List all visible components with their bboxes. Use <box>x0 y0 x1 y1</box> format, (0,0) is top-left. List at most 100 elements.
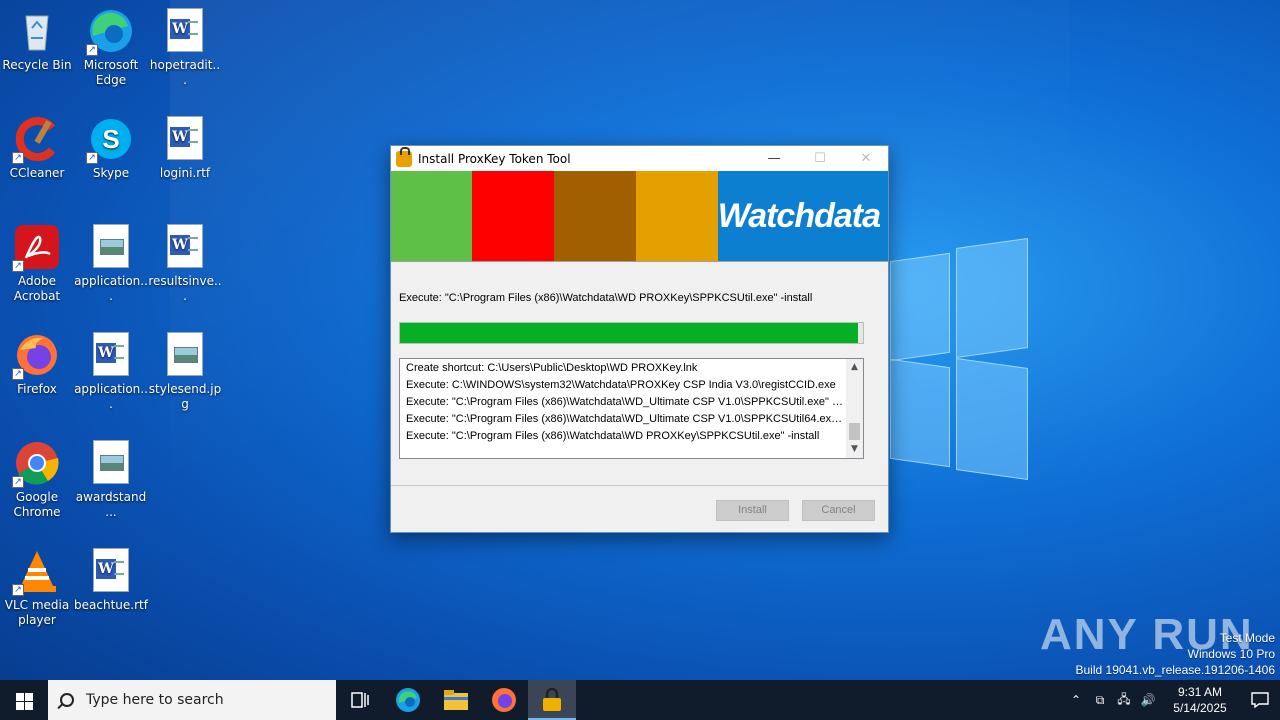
shortcut-arrow-icon: ↗ <box>12 152 24 164</box>
folder-icon <box>444 690 468 710</box>
install-button[interactable]: Install <box>716 500 789 521</box>
clock-date: 5/14/2025 <box>1173 701 1227 715</box>
cancel-button[interactable]: Cancel <box>802 500 875 521</box>
shortcut-arrow-icon: ↗ <box>12 584 24 596</box>
taskbar: Type here to search ⌃ ⧉ 🖧 🔊 9:31 AM 5/14… <box>0 680 1280 720</box>
taskbar-edge[interactable] <box>384 680 432 720</box>
desktop-icon-label: VLC media player <box>4 598 70 627</box>
banner-band-green <box>391 171 473 261</box>
scroll-up-icon[interactable]: ▲ <box>846 359 863 376</box>
test-mode-label: Test Mode <box>1219 631 1275 645</box>
search-icon <box>60 693 74 707</box>
start-button[interactable] <box>0 680 48 720</box>
desktop-icon-label: beachtue.rtf <box>74 598 148 612</box>
desktop-icon-label: application... <box>74 274 148 303</box>
desktop-icon-label: Skype <box>92 166 130 180</box>
image-file-icon <box>88 224 134 270</box>
lock-icon <box>543 688 561 711</box>
firefox-icon: ↗ <box>12 332 60 380</box>
desktop-icon[interactable]: Wbeachtue.rtf <box>74 548 148 613</box>
vlc-icon: ↗ <box>12 548 60 596</box>
edge-icon: ↗ <box>86 8 134 56</box>
desktop-icon[interactable]: ↗ Firefox <box>0 332 74 397</box>
desktop-icon-label: logini.rtf <box>159 166 211 180</box>
clock-time: 9:31 AM <box>1177 685 1223 699</box>
log-line: Create shortcut: C:\Users\Public\Desktop… <box>406 362 698 374</box>
windows-start-icon-tile <box>25 693 33 701</box>
lock-icon <box>396 146 412 167</box>
shortcut-arrow-icon: ↗ <box>12 476 24 488</box>
desktop-icon-label: Recycle Bin <box>2 58 72 72</box>
shortcut-arrow-icon: ↗ <box>86 152 98 164</box>
log-line: Execute: "C:\Program Files (x86)\Watchda… <box>406 396 844 408</box>
network-adapter-icon[interactable]: ⧉ <box>1088 693 1112 708</box>
taskbar-search-box[interactable]: Type here to search <box>48 680 336 720</box>
desktop-icon[interactable]: Whopetradit... <box>148 8 222 88</box>
taskbar-clock[interactable]: 9:31 AM 5/14/2025 <box>1160 684 1240 716</box>
volume-icon[interactable]: 🔊 <box>1136 693 1160 707</box>
banner-band-red <box>472 171 554 261</box>
install-log-list[interactable]: Create shortcut: C:\Users\Public\Desktop… <box>399 358 864 459</box>
search-placeholder: Type here to search <box>86 692 224 708</box>
desktop-icon-label: application... <box>74 382 148 411</box>
taskbar-firefox[interactable] <box>480 680 528 720</box>
action-center-button[interactable] <box>1240 680 1280 720</box>
desktop-icon[interactable]: ↗ Adobe Acrobat <box>0 224 74 304</box>
taskbar-file-explorer[interactable] <box>432 680 480 720</box>
desktop-icon[interactable]: Wresultsinve... <box>148 224 222 304</box>
desktop-icon[interactable]: application... <box>74 224 148 304</box>
log-line: Execute: C:\WINDOWS\system32\Watchdata\P… <box>406 379 836 391</box>
word-doc-icon: W <box>162 224 208 270</box>
desktop-icon[interactable]: ↗ VLC media player <box>0 548 74 628</box>
windows-logo-wallpaper <box>890 235 1030 481</box>
windows-start-icon <box>16 693 24 701</box>
word-doc-icon: W <box>162 8 208 54</box>
desktop-icon-label: resultsinve... <box>148 274 222 303</box>
system-tray: ⌃ ⧉ 🖧 🔊 9:31 AM 5/14/2025 <box>1064 680 1280 720</box>
windows-start-icon-tile <box>25 702 33 710</box>
desktop-icon-label: Adobe Acrobat <box>13 274 61 303</box>
desktop-icon-label: Microsoft Edge <box>83 58 139 87</box>
task-view-button[interactable] <box>336 680 384 720</box>
status-text: Execute: "C:\Program Files (x86)\Watchda… <box>399 292 813 304</box>
scroll-thumb[interactable] <box>849 423 860 440</box>
close-button[interactable]: ✕ <box>843 146 889 171</box>
word-doc-icon: W <box>88 548 134 594</box>
watchdata-banner: Watchdata <box>391 171 889 261</box>
chrome-icon: ↗ <box>12 440 60 488</box>
chevron-up-icon[interactable]: ⌃ <box>1064 693 1088 707</box>
scroll-down-icon[interactable]: ▼ <box>846 441 863 458</box>
firefox-icon <box>492 688 516 712</box>
windows-start-icon-tile <box>16 702 24 710</box>
skype-icon: S ↗ <box>86 116 134 164</box>
desktop-icon[interactable]: ↗ CCleaner <box>0 116 74 181</box>
banner-band-orange <box>635 171 718 261</box>
image-file-icon <box>88 440 134 486</box>
task-view-icon <box>351 692 369 708</box>
maximize-button[interactable]: ☐ <box>797 146 843 171</box>
shortcut-arrow-icon: ↗ <box>12 260 24 272</box>
log-line: Execute: "C:\Program Files (x86)\Watchda… <box>406 413 844 425</box>
word-doc-icon: W <box>162 116 208 162</box>
acrobat-icon: ↗ <box>12 224 60 272</box>
shortcut-arrow-icon: ↗ <box>12 368 24 380</box>
desktop-icon-label: Google Chrome <box>13 490 61 519</box>
desktop-icon[interactable]: ↗ Microsoft Edge <box>74 8 148 88</box>
dialog-title: Install ProxKey Token Tool <box>418 151 571 166</box>
desktop-icon[interactable]: Recycle Bin <box>0 8 74 73</box>
dialog-titlebar[interactable]: Install ProxKey Token Tool — ☐ ✕ <box>391 146 888 171</box>
desktop-icon[interactable]: awardstand... <box>74 440 148 520</box>
desktop-icon[interactable]: stylesend.jpg <box>148 332 222 412</box>
desktop-icon[interactable]: ↗ Google Chrome <box>0 440 74 520</box>
footer-divider <box>391 485 888 486</box>
taskbar-proxkey-installer[interactable] <box>528 680 576 720</box>
network-icon[interactable]: 🖧 <box>1112 690 1136 711</box>
log-scrollbar[interactable]: ▲ ▼ <box>846 359 863 458</box>
shortcut-arrow-icon: ↗ <box>86 44 98 56</box>
desktop-icon[interactable]: Wlogini.rtf <box>148 116 222 181</box>
minimize-button[interactable]: — <box>751 146 797 171</box>
desktop-icon[interactable]: Wapplication... <box>74 332 148 412</box>
log-line: Execute: "C:\Program Files (x86)\Watchda… <box>406 430 820 442</box>
desktop-icon[interactable]: S ↗ Skype <box>74 116 148 181</box>
install-progress-bar <box>399 322 864 344</box>
